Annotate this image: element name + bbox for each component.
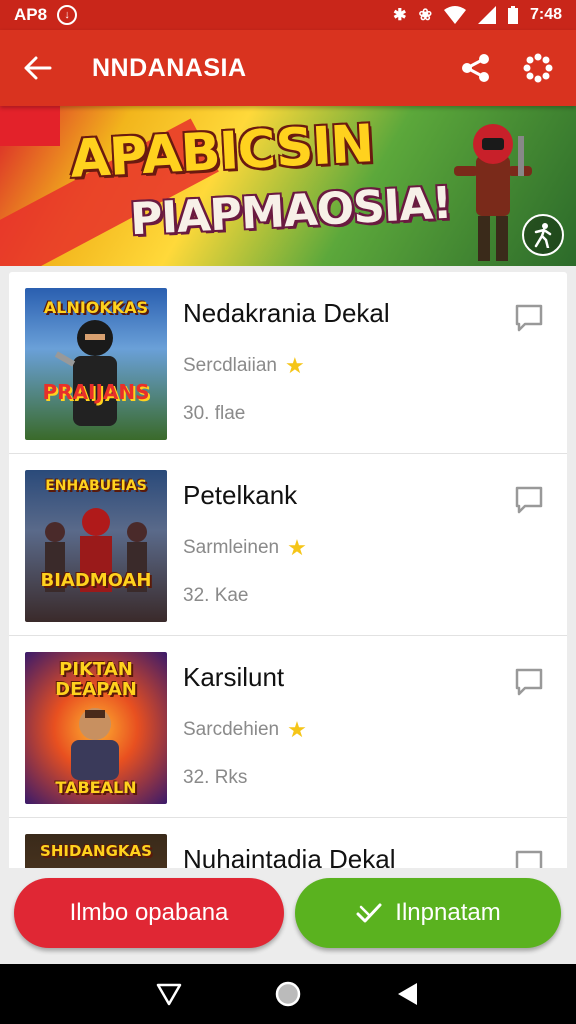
game-size: 32. Rks xyxy=(183,767,248,788)
list-item[interactable]: SHIDANGKAS Nuhaintadia Dekal xyxy=(9,818,567,872)
right-action-label: Ilnpnatam xyxy=(395,899,501,926)
thumbnail-bottom-text: BIADMOAH xyxy=(40,570,152,591)
nav-recents-button[interactable] xyxy=(387,974,427,1014)
banner-badge[interactable] xyxy=(522,214,564,256)
list-item[interactable]: PIKTAN DEAPAN TABEALN Karsilunt Sarcdehi… xyxy=(9,636,567,818)
back-triangle-icon xyxy=(157,983,182,1006)
signal-icon xyxy=(477,6,496,24)
back-button[interactable] xyxy=(18,48,58,88)
thumbnail-top-text: PIKTAN DEAPAN xyxy=(55,659,137,700)
vibrate-icon: ❀ xyxy=(418,7,432,24)
thumbnail-bottom-text: PRAIJANS xyxy=(42,380,150,404)
status-bar: AP8 ↓ ✱ ❀ 7:48 xyxy=(0,0,576,30)
star-icon: ★ xyxy=(287,717,307,742)
game-title: Nedakrania Dekal xyxy=(183,298,390,328)
promo-banner[interactable]: APABICSIN PIAPMAOSIA! xyxy=(0,106,576,266)
status-carrier-text: AP8 xyxy=(14,5,48,24)
game-list: ALNIOKKAS PRAIJANS Nedakrania Dekal Serc… xyxy=(9,272,567,872)
comment-icon[interactable] xyxy=(513,484,545,516)
share-button[interactable] xyxy=(456,48,496,88)
comment-icon[interactable] xyxy=(513,666,545,698)
banner-corner xyxy=(0,106,60,146)
download-icon: ↓ xyxy=(57,5,78,25)
game-subtitle: Sarcdehien xyxy=(183,719,280,740)
banner-title-line1: APABICSIN xyxy=(68,114,375,190)
game-thumbnail: ENHABUEIAS BIADMOAH xyxy=(25,470,167,622)
nav-home-button[interactable] xyxy=(268,974,308,1014)
thumbnail-bottom-text: TABEALN xyxy=(55,778,137,797)
game-title: Karsilunt xyxy=(183,662,285,692)
back-arrow-icon xyxy=(24,56,52,80)
thumbnail-top-text: SHIDANGKAS xyxy=(40,842,152,860)
game-thumbnail: PIKTAN DEAPAN TABEALN xyxy=(25,652,167,804)
hero-illustration xyxy=(71,708,119,780)
app-title: NNDANASIA xyxy=(92,53,247,82)
game-thumbnail: SHIDANGKAS xyxy=(25,834,167,872)
game-size: 32. Kae xyxy=(183,585,249,606)
comment-icon[interactable] xyxy=(513,302,545,334)
wifi-icon xyxy=(443,6,466,24)
star-icon: ★ xyxy=(287,535,307,560)
thumbnail-top-text: ALNIOKKAS xyxy=(43,298,149,317)
bottom-actions: Ilmbo opabana Ilnpnatam xyxy=(0,868,576,964)
star-icon: ★ xyxy=(285,353,305,378)
game-thumbnail: ALNIOKKAS PRAIJANS xyxy=(25,288,167,440)
runner-icon xyxy=(534,223,552,248)
list-item[interactable]: ENHABUEIAS BIADMOAH Petelkank Sarmleinen… xyxy=(9,454,567,636)
share-icon xyxy=(462,54,489,82)
game-size: 30. flae xyxy=(183,403,246,424)
home-circle-icon xyxy=(275,981,301,1007)
right-action-button[interactable]: Ilnpnatam xyxy=(295,878,561,948)
game-title: Petelkank xyxy=(183,480,298,510)
app-bar: NNDANASIA xyxy=(0,30,576,106)
recents-triangle-icon xyxy=(397,983,417,1005)
game-subtitle: Sarmleinen xyxy=(183,537,280,558)
left-action-button[interactable]: Ilmbo opabana xyxy=(14,878,284,948)
system-nav-bar xyxy=(0,964,576,1024)
game-subtitle: Sercdlaiian xyxy=(183,355,277,376)
more-dots-icon xyxy=(523,53,553,83)
left-action-label: Ilmbo opabana xyxy=(69,899,229,926)
more-button[interactable] xyxy=(518,48,558,88)
list-item[interactable]: ALNIOKKAS PRAIJANS Nedakrania Dekal Serc… xyxy=(9,272,567,454)
check-icon xyxy=(356,903,382,923)
thumbnail-top-text: ENHABUEIAS xyxy=(45,478,147,494)
bluetooth-icon: ✱ xyxy=(393,7,407,24)
battery-icon xyxy=(507,6,518,24)
status-time: 7:48 xyxy=(529,6,562,23)
warrior-illustration xyxy=(454,124,532,261)
nav-back-button[interactable] xyxy=(149,974,189,1014)
ninja-illustration xyxy=(55,320,117,426)
